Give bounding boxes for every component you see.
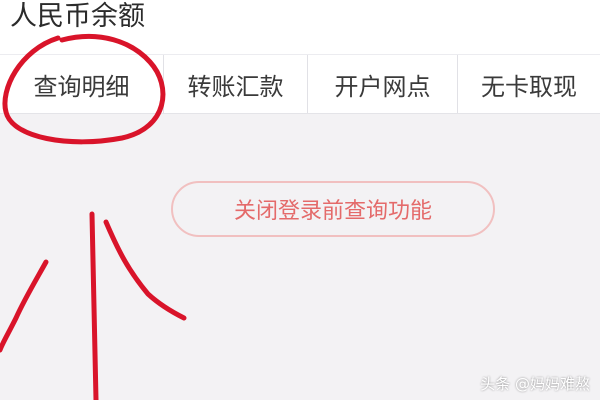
annotation-arrow-head-left bbox=[0, 259, 49, 353]
watermark-text: 头条 @妈妈难熬 bbox=[480, 375, 590, 393]
balance-card: 人民币余额 查询明细 转账汇款 开户网点 无卡取现 bbox=[0, 0, 600, 114]
tab-query-details[interactable]: 查询明细 bbox=[0, 55, 164, 113]
close-prelogin-query-button[interactable]: 关闭登录前查询功能 bbox=[171, 181, 495, 237]
tab-transfer[interactable]: 转账汇款 bbox=[164, 55, 308, 113]
annotation-arrow-shaft bbox=[89, 211, 99, 400]
tab-cardless-withdrawal[interactable]: 无卡取现 bbox=[458, 55, 600, 113]
tab-branch-locator[interactable]: 开户网点 bbox=[308, 55, 458, 113]
function-tabs: 查询明细 转账汇款 开户网点 无卡取现 bbox=[0, 54, 600, 113]
annotation-arrow-head-right bbox=[103, 219, 187, 321]
balance-title: 人民币余额 bbox=[10, 1, 145, 32]
